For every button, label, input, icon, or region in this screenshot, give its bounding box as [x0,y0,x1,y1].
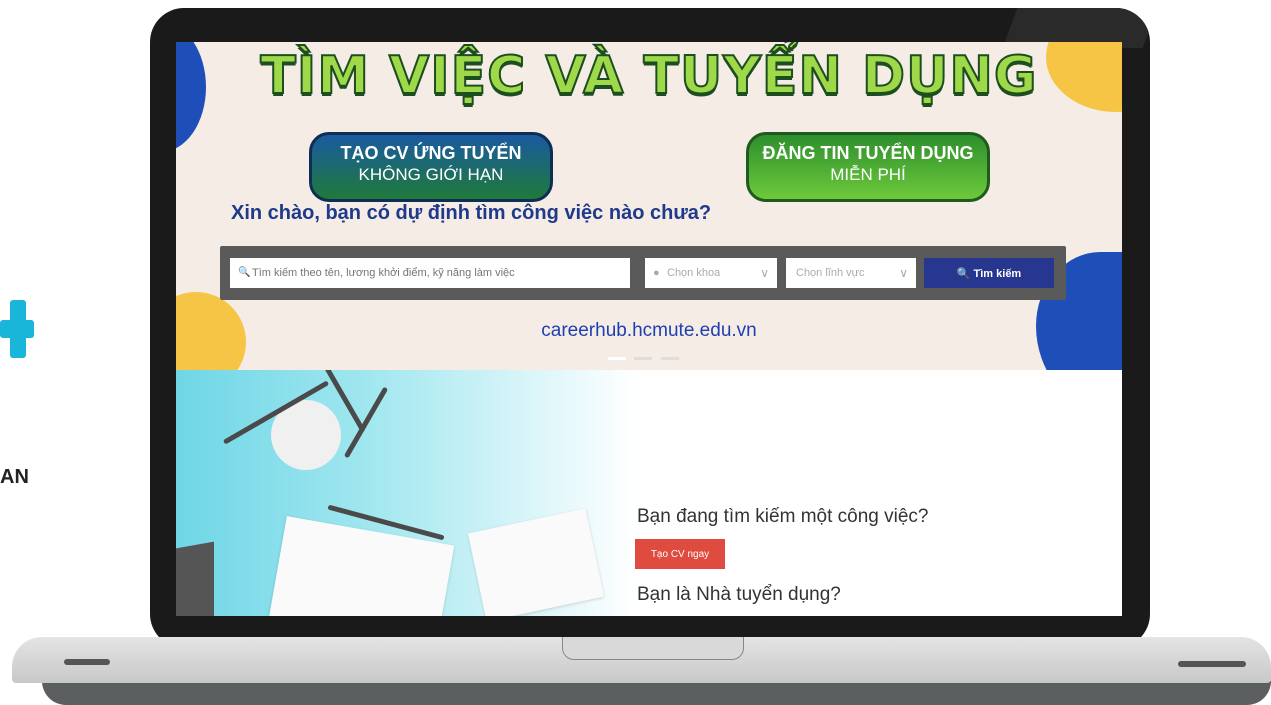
field-select-label: Chọn lĩnh vực [796,267,865,279]
faculty-select-label: Chọn khoa [667,267,721,279]
create-cv-button[interactable]: Tạo CV ngay [635,539,725,569]
plus-icon [0,300,34,358]
location-pin-icon: ● [653,267,660,279]
carousel-dot[interactable] [608,357,626,360]
carousel-indicators [606,347,681,365]
trackpad-notch [562,637,744,660]
carousel-dot[interactable] [634,357,653,360]
search-button[interactable]: 🔍 Tìm kiếm [924,258,1054,288]
field-select[interactable]: Chọn lĩnh vực ∨ [786,258,916,288]
carousel-dot[interactable] [660,357,679,360]
side-text-fragment: AN [0,466,29,488]
port-left [64,659,110,665]
employer-question: Bạn là Nhà tuyển dụng? [637,584,841,605]
job-seeker-question: Bạn đang tìm kiếm một công việc? [637,506,929,527]
desk-illustration [176,370,636,616]
search-icon: 🔍 [238,267,251,278]
laptop-screen: TÌM VIỆC VÀ TUYỂN DỤNG TẠO CV ỨNG TUYỂN … [176,42,1122,616]
banner-headline: TÌM VIỆC VÀ TUYỂN DỤNG [259,45,1038,107]
search-button-label: Tìm kiếm [973,267,1022,280]
site-url: careerhub.hcmute.edu.vn [541,320,757,341]
post-job-pill-subtitle: MIỄN PHÍ [830,165,906,184]
post-job-pill-title: ĐĂNG TIN TUYỂN DỤNG [762,143,974,163]
create-cv-pill[interactable]: TẠO CV ỨNG TUYỂN KHÔNG GIỚI HẠN [309,132,553,202]
search-button-icon: 🔍 [956,267,974,280]
create-cv-pill-title: TẠO CV ỨNG TUYỂN [340,143,522,163]
chevron-down-icon: ∨ [760,266,769,280]
chevron-down-icon: ∨ [899,266,908,280]
faculty-select[interactable]: ● Chọn khoa ∨ [645,258,777,288]
laptop-base [12,637,1271,705]
promo-section: Bạn đang tìm kiếm một công việc? Tạo CV … [176,370,1122,616]
create-cv-pill-subtitle: KHÔNG GIỚI HẠN [358,165,504,184]
hero-banner: TÌM VIỆC VÀ TUYỂN DỤNG TẠO CV ỨNG TUYỂN … [176,42,1122,370]
greeting-text: Xin chào, bạn có dự định tìm công việc n… [231,202,712,224]
search-input[interactable] [230,258,630,288]
search-bar: 🔍 ● Chọn khoa ∨ Chọn lĩnh vực ∨ 🔍 Tìm ki… [220,246,1066,300]
post-job-pill[interactable]: ĐĂNG TIN TUYỂN DỤNG MIỄN PHÍ [746,132,990,202]
port-right [1178,661,1246,667]
